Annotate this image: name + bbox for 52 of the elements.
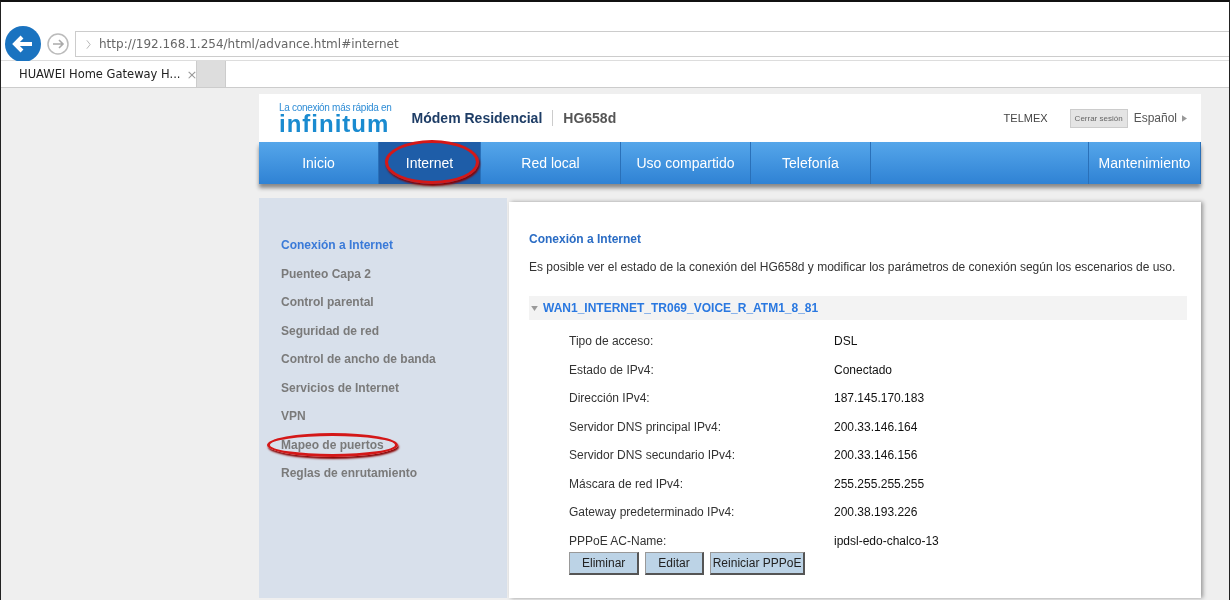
sidebar-item[interactable]: Seguridad de red [267,318,394,343]
nav-tab[interactable]: Mantenimiento [1089,142,1201,184]
model-name: HG658d [552,110,617,126]
field-value: 200.33.146.164 [834,419,919,436]
tab-title: HUAWEI Home Gateway H... [19,67,181,81]
sidebar-item[interactable]: Mapeo de puertos [267,432,398,457]
nav-tab[interactable]: Internet [379,142,481,184]
field-value: 255.255.255.255 [834,476,926,493]
field-label: PPPoE AC-Name: [569,533,668,550]
field-label: Dirección IPv4: [569,391,651,407]
sidebar-item[interactable]: Control parental [267,290,388,314]
logo: infinitum [279,112,390,135]
field-label: Gateway predeterminado IPv4: [569,505,736,521]
back-button[interactable] [5,26,41,62]
sidebar-item[interactable]: Reglas de enrutamiento [267,461,432,485]
field-label: Estado de IPv4: [569,362,655,379]
field-value: DSL [834,334,859,350]
sidebar-item[interactable]: Puenteo Capa 2 [267,261,386,286]
operator-name: TELMEX [1003,112,1048,124]
sidebar-item[interactable]: Conexión a Internet [267,233,407,257]
sidebar-item[interactable]: Control de ancho de banda [267,347,450,371]
field-label: Servidor DNS secundario IPv4: [569,448,737,464]
field-value: 187.145.170.183 [834,391,926,407]
action-button[interactable]: Reiniciar PPPoE [709,551,806,575]
caret-icon [1182,114,1187,122]
product-name: Módem Residencial [411,110,543,126]
field-value: 200.33.146.156 [834,448,919,464]
logout-button[interactable]: Cerrar sesión [1069,108,1128,128]
connection-name: WAN1_INTERNET_TR069_VOICE_R_ATM1_8_81 [543,301,819,315]
nav-tab[interactable]: Uso compartido [621,142,751,184]
connection-header[interactable]: WAN1_INTERNET_TR069_VOICE_R_ATM1_8_81 [529,296,1187,320]
action-button[interactable]: Editar [645,551,704,575]
section-title: Conexión a Internet [529,232,642,246]
description: Es posible ver el estado de la conexión del HG658d y modificar los parámetros de conexión según los escenarios de uso. [529,260,1177,274]
tagline: La conexión más rápida en [279,101,392,113]
action-button[interactable]: Eliminar [569,551,640,575]
address-bar[interactable]: http://192.168.1.254/html/advance.html#internet [75,31,1229,57]
forward-button[interactable] [47,33,69,55]
new-tab-button[interactable] [197,61,226,87]
nav-tab[interactable]: Telefonía [751,142,871,184]
field-value: Conectado [834,362,894,379]
field-value: ipdsl-edo-chalco-13 [834,533,940,550]
field-label: Máscara de red IPv4: [569,476,685,493]
field-label: Tipo de acceso: [569,334,655,350]
chevron-icon [86,38,91,50]
sidebar-item[interactable]: Servicios de Internet [267,375,414,400]
field-label: Servidor DNS principal IPv4: [569,419,723,436]
sidebar-item[interactable]: VPN [267,404,320,428]
language-selector[interactable]: Español [1133,111,1187,125]
nav-tab[interactable]: Red local [481,142,621,184]
field-value: 200.38.193.226 [834,505,919,521]
close-button[interactable]: × [186,66,198,82]
